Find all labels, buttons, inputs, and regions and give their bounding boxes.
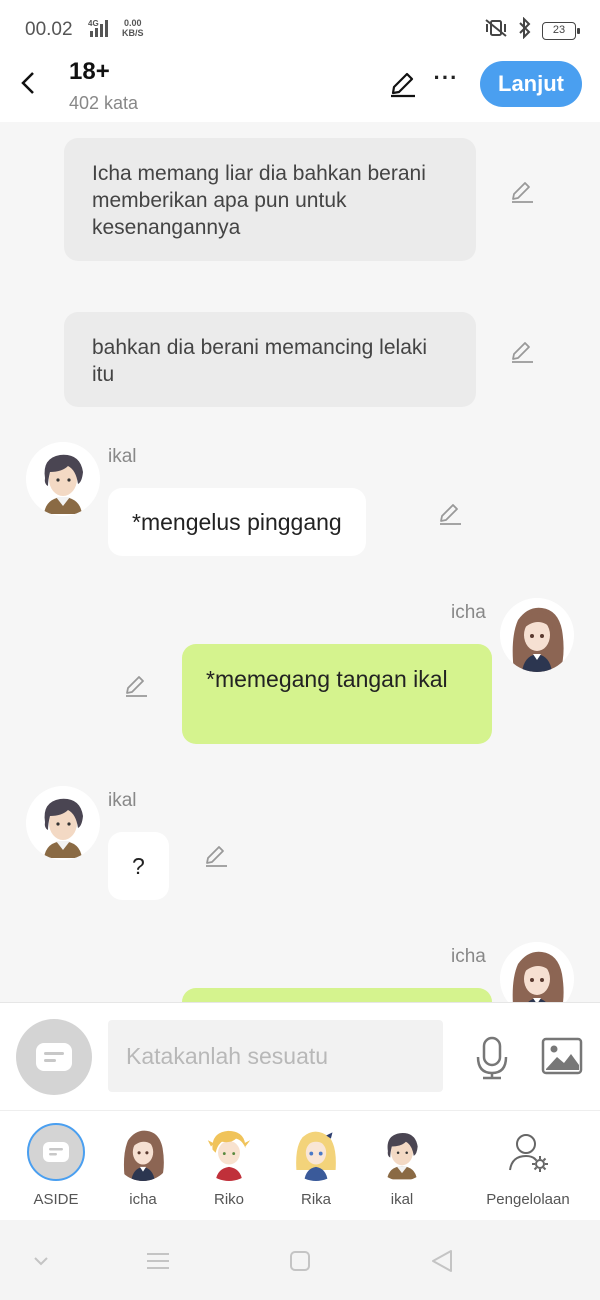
character-aside[interactable]: ASIDE: [16, 1123, 96, 1208]
vibrate-off-icon: [484, 18, 508, 43]
network-type: 4G: [88, 19, 99, 28]
sender-name: icha: [451, 946, 486, 967]
back-button[interactable]: [14, 66, 42, 100]
edit-message-button[interactable]: [202, 842, 230, 870]
message-input[interactable]: [108, 1020, 443, 1092]
pencil-icon: [512, 182, 533, 203]
edit-message-button[interactable]: [122, 672, 150, 700]
user-settings-icon: [509, 1134, 548, 1172]
character-ikal[interactable]: ikal: [362, 1123, 442, 1208]
edit-message-button[interactable]: [508, 338, 536, 366]
edit-message-button[interactable]: [508, 178, 536, 206]
status-icons: 23: [484, 16, 580, 44]
pencil-icon: [206, 846, 227, 867]
character-icha[interactable]: icha: [103, 1123, 183, 1208]
microphone-button[interactable]: [474, 1035, 510, 1081]
edit-message-button[interactable]: [436, 500, 464, 528]
character-label: ASIDE: [33, 1191, 79, 1208]
chevron-left-icon: [21, 72, 34, 94]
message-icon: [36, 1043, 72, 1071]
menu-icon: [147, 1253, 169, 1269]
status-bar: 00.02 4G 0.00 KB/S 23: [0, 0, 600, 56]
character-rika[interactable]: Rika: [276, 1123, 356, 1208]
message-composer: [0, 1002, 600, 1110]
signal-icon: 4G: [86, 18, 120, 43]
chevron-down-icon: [34, 1257, 48, 1266]
system-nav-bar: [0, 1220, 600, 1300]
word-count: 402 kata: [69, 93, 139, 113]
more-options-button[interactable]: ···: [432, 67, 460, 97]
status-time: 00.02: [25, 19, 73, 40]
avatar-icha[interactable]: [500, 942, 574, 1002]
narration-bubble[interactable]: bahkan dia berani memancing lelaki itu: [64, 312, 476, 407]
avatar: [373, 1123, 431, 1181]
chat-area[interactable]: Icha memang liar dia bahkan berani membe…: [0, 122, 600, 1002]
image-icon: [541, 1037, 583, 1075]
story-header: 18+ 402 kata ··· Lanjut: [0, 56, 600, 122]
character-label: icha: [129, 1191, 157, 1208]
sender-name: ikal: [108, 790, 137, 811]
message-icon: [43, 1142, 69, 1162]
pencil-icon: [440, 504, 461, 525]
bluetooth-icon: [518, 16, 532, 44]
avatar: [287, 1123, 345, 1181]
character-riko[interactable]: Riko: [189, 1123, 269, 1208]
message-bubble-right[interactable]: [182, 988, 492, 1002]
net-speed-unit: KB/S: [122, 28, 144, 38]
microphone-icon: [476, 1036, 508, 1080]
message-bubble-left[interactable]: *mengelus pinggang: [108, 488, 366, 556]
message-bubble-left[interactable]: ?: [108, 832, 169, 900]
battery-indicator: 23: [542, 21, 580, 40]
avatar-icha[interactable]: [500, 598, 574, 672]
pencil-icon: [391, 72, 415, 98]
manage-characters-button[interactable]: Pengelolaan: [478, 1123, 578, 1208]
home-icon: [290, 1251, 310, 1271]
character-selector: ASIDE icha Riko Rika ikal Pengelolaan: [0, 1110, 600, 1220]
image-button[interactable]: [541, 1037, 583, 1075]
edit-story-button[interactable]: [388, 69, 418, 99]
sender-name: icha: [451, 602, 486, 623]
pencil-icon: [512, 342, 533, 363]
avatar: [200, 1123, 258, 1181]
character-label: ikal: [390, 1191, 414, 1208]
story-title: 18+: [69, 58, 110, 85]
avatar-ikal[interactable]: [26, 442, 100, 516]
nav-home-button[interactable]: [285, 1246, 315, 1276]
next-button[interactable]: Lanjut: [480, 61, 582, 107]
character-label: Rika: [300, 1191, 331, 1208]
manage-icon-wrap: [499, 1123, 557, 1181]
sender-name: ikal: [108, 446, 137, 467]
nav-collapse-button[interactable]: [26, 1246, 56, 1276]
avatar-ikal[interactable]: [26, 786, 100, 860]
avatar: [114, 1123, 172, 1181]
triangle-back-icon: [432, 1250, 452, 1272]
message-bubble-right[interactable]: *memegang tangan ikal: [182, 644, 492, 744]
character-label: Riko: [213, 1191, 244, 1208]
narration-bubble[interactable]: Icha memang liar dia bahkan berani membe…: [64, 138, 476, 261]
ellipsis-icon: ···: [433, 65, 459, 90]
nav-back-button[interactable]: [428, 1246, 458, 1276]
net-speed: 0.00 KB/S: [122, 18, 144, 38]
character-label: Pengelolaan: [486, 1191, 570, 1208]
pencil-icon: [126, 676, 147, 697]
aside-avatar: [27, 1123, 85, 1181]
net-speed-value: 0.00: [123, 18, 142, 28]
aside-toggle-button[interactable]: [16, 1019, 92, 1095]
nav-menu-button[interactable]: [143, 1246, 173, 1276]
